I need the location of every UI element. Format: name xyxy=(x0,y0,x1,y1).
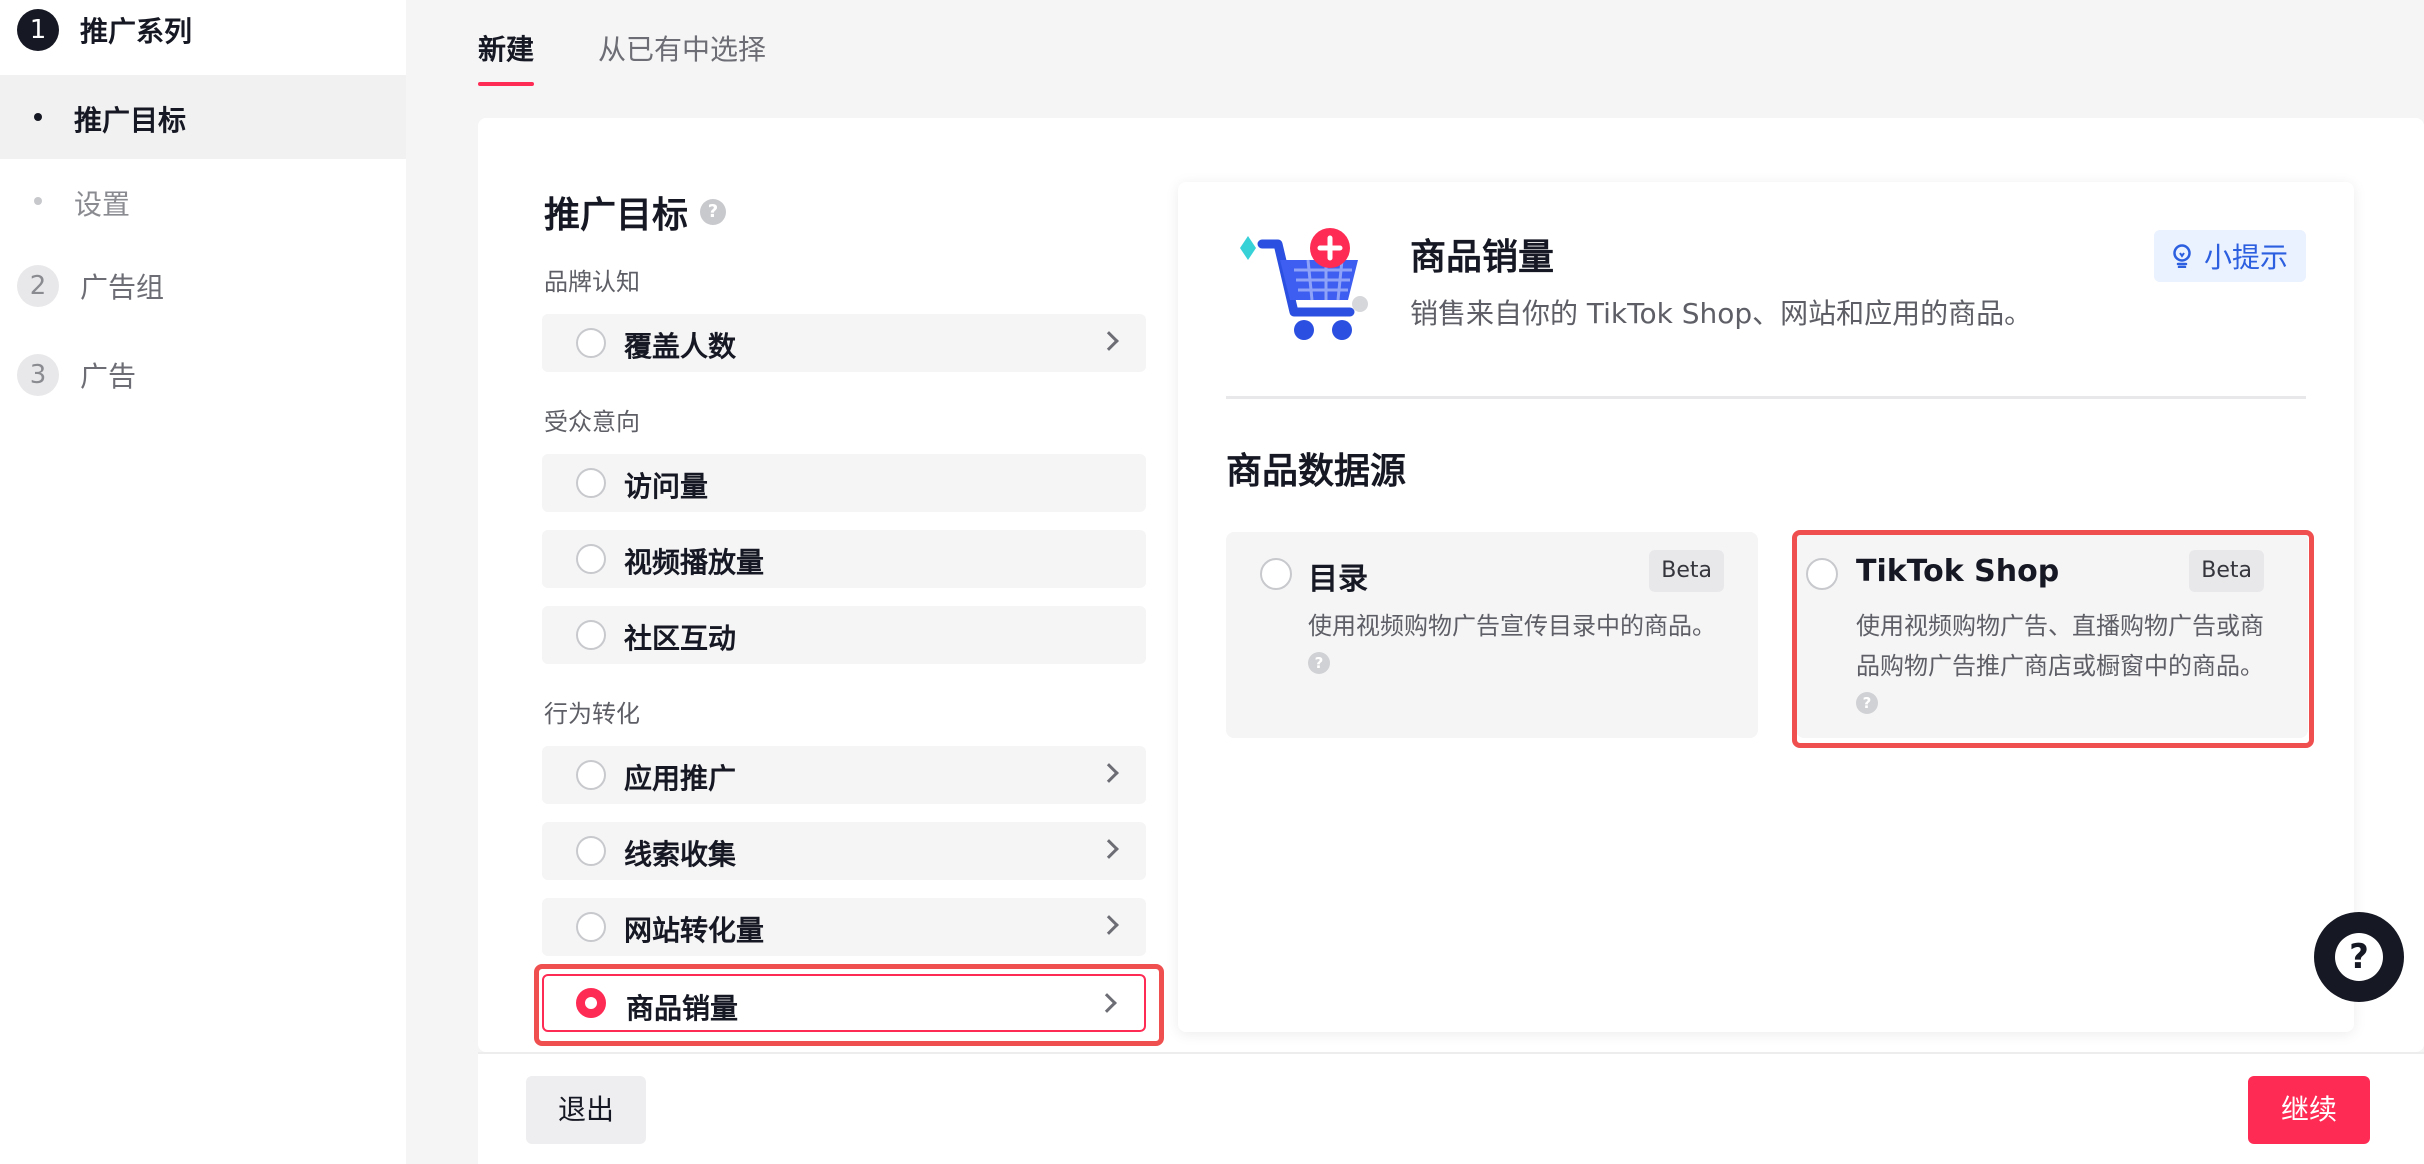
objective-option-traffic[interactable]: 访问量 xyxy=(542,454,1146,512)
group-label-awareness: 品牌认知 xyxy=(544,268,640,296)
radio-button[interactable] xyxy=(576,912,606,942)
divider xyxy=(1226,396,2306,399)
step-number: 3 xyxy=(17,354,59,396)
objective-option-website-conversions[interactable]: 网站转化量 xyxy=(542,898,1146,956)
detail-title: 商品销量 xyxy=(1410,237,1555,278)
lightbulb-icon xyxy=(2173,244,2191,268)
radio-button[interactable] xyxy=(576,544,606,574)
option-label: 访问量 xyxy=(624,470,709,503)
help-icon: ? xyxy=(2335,933,2383,981)
group-label-conversion: 行为转化 xyxy=(544,700,640,728)
question-icon[interactable]: ? xyxy=(1308,652,1330,674)
beta-badge: Beta xyxy=(2189,550,2264,592)
question-icon[interactable]: ? xyxy=(700,199,727,225)
objective-option-app-promotion[interactable]: 应用推广 xyxy=(542,746,1146,804)
radio-button[interactable] xyxy=(576,836,606,866)
objective-option-video-views[interactable]: 视频播放量 xyxy=(542,530,1146,588)
objective-title: 推广目标 ? xyxy=(544,186,727,238)
radio-button[interactable] xyxy=(1806,558,1838,590)
footer-bar xyxy=(478,1052,2424,1164)
chevron-right-icon xyxy=(1099,331,1119,351)
help-button[interactable]: ? xyxy=(2314,912,2404,1002)
step-campaign[interactable]: 1 推广系列 xyxy=(0,0,406,72)
description-line: 品购物广告推广商店或橱窗中的商品。 xyxy=(1856,652,2264,680)
substep-settings[interactable]: 设置 xyxy=(0,159,406,243)
data-source-name: TikTok Shop xyxy=(1856,554,2060,589)
data-source-description: 使用视频购物广告宣传目录中的商品。 xyxy=(1308,606,1716,646)
radio-button[interactable] xyxy=(576,328,606,358)
substep-objective[interactable]: 推广目标 xyxy=(0,75,406,159)
shopping-cart-icon xyxy=(1240,228,1368,340)
question-icon[interactable]: ? xyxy=(1856,692,1878,714)
step-number: 2 xyxy=(17,265,59,307)
data-source-catalog[interactable]: 目录 Beta 使用视频购物广告宣传目录中的商品。 ? xyxy=(1226,532,1758,738)
radio-button[interactable] xyxy=(576,620,606,650)
substep-label: 推广目标 xyxy=(74,104,187,137)
group-label-consideration: 受众意向 xyxy=(544,408,640,436)
beta-badge: Beta xyxy=(1649,550,1724,592)
step-label: 广告 xyxy=(80,360,137,393)
bullet-icon xyxy=(34,113,42,121)
step-number: 1 xyxy=(17,9,59,51)
bullet-icon xyxy=(34,197,42,205)
tips-button[interactable]: 小提示 xyxy=(2154,230,2306,282)
option-label: 覆盖人数 xyxy=(624,330,737,363)
chevron-right-icon xyxy=(1099,839,1119,859)
radio-button-selected[interactable] xyxy=(576,988,606,1018)
data-source-description: 使用视频购物广告、直播购物广告或商 品购物广告推广商店或橱窗中的商品。 xyxy=(1856,606,2264,686)
description-line: 使用视频购物广告宣传目录中的商品。 xyxy=(1308,612,1716,640)
option-label: 应用推广 xyxy=(624,762,737,795)
description-line: 使用视频购物广告、直播购物广告或商 xyxy=(1856,612,2264,640)
chevron-right-icon xyxy=(1097,993,1117,1013)
radio-button[interactable] xyxy=(576,760,606,790)
data-source-title: 商品数据源 xyxy=(1226,451,1407,492)
option-label: 视频播放量 xyxy=(624,546,765,579)
tips-label: 小提示 xyxy=(2203,241,2288,274)
objective-title-text: 推广目标 xyxy=(544,195,689,236)
objective-option-lead-gen[interactable]: 线索收集 xyxy=(542,822,1146,880)
tab-choose-existing[interactable]: 从已有中选择 xyxy=(598,28,766,88)
option-label: 商品销量 xyxy=(626,992,739,1025)
tab-bar: 新建 从已有中选择 xyxy=(478,28,830,88)
continue-button[interactable]: 继续 xyxy=(2248,1076,2370,1144)
option-label: 线索收集 xyxy=(624,838,737,871)
step-ad[interactable]: 3 广告 xyxy=(0,333,406,417)
radio-button[interactable] xyxy=(576,468,606,498)
substep-label: 设置 xyxy=(74,188,131,221)
sidebar: 1 推广系列 推广目标 设置 2 广告组 3 广告 xyxy=(0,0,406,1164)
detail-description: 销售来自你的 TikTok Shop、网站和应用的商品。 xyxy=(1410,297,2033,330)
data-source-tiktok-shop[interactable]: TikTok Shop Beta 使用视频购物广告、直播购物广告或商 品购物广告… xyxy=(1796,532,2308,738)
step-label: 广告组 xyxy=(80,271,165,304)
radio-button[interactable] xyxy=(1260,558,1292,590)
step-adgroup[interactable]: 2 广告组 xyxy=(0,244,406,328)
option-label: 网站转化量 xyxy=(624,914,765,947)
objective-option-reach[interactable]: 覆盖人数 xyxy=(542,314,1146,372)
objective-option-product-sales[interactable]: 商品销量 xyxy=(542,974,1146,1032)
option-label: 社区互动 xyxy=(624,622,737,655)
chevron-right-icon xyxy=(1099,915,1119,935)
step-label: 推广系列 xyxy=(80,15,193,48)
tab-new[interactable]: 新建 xyxy=(478,28,535,88)
exit-button[interactable]: 退出 xyxy=(526,1076,646,1144)
objective-option-community[interactable]: 社区互动 xyxy=(542,606,1146,664)
data-source-name: 目录 xyxy=(1308,562,1368,597)
chevron-right-icon xyxy=(1099,763,1119,783)
